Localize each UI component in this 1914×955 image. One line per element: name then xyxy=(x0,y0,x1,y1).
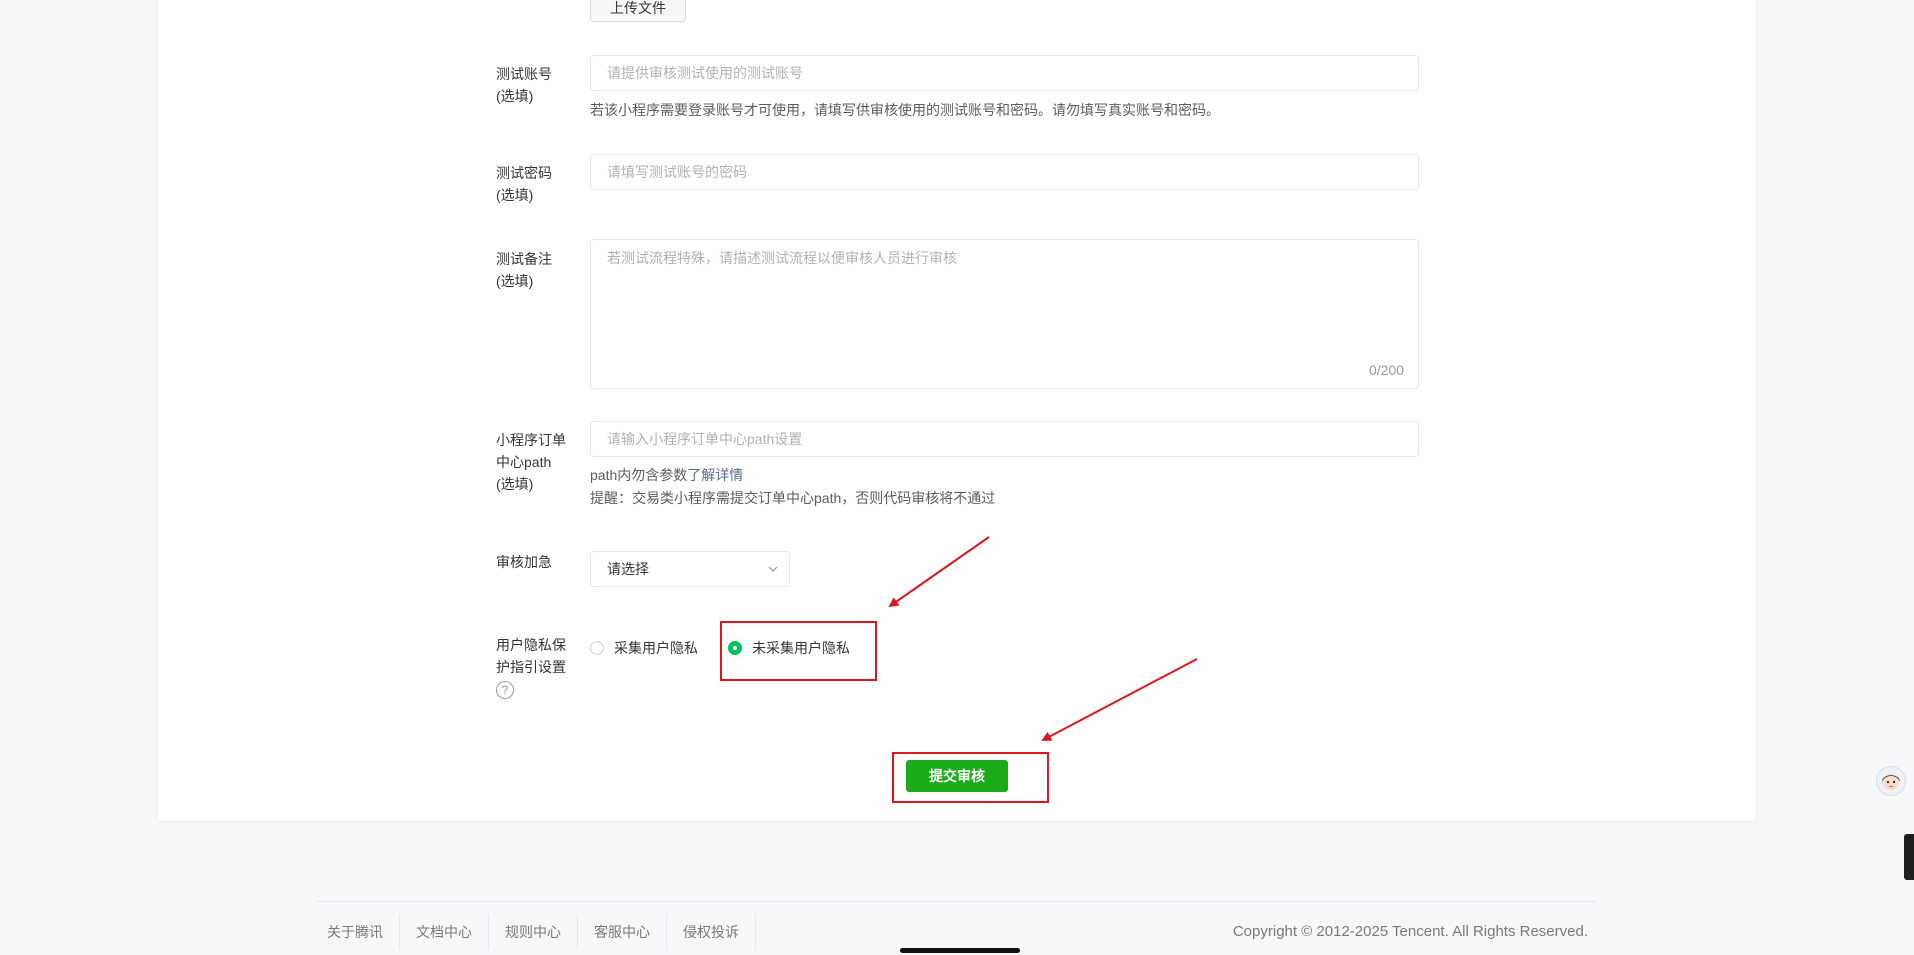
order-path-label-line1: 小程序订单 xyxy=(496,432,566,448)
order-path-label-line3: (选填) xyxy=(496,476,534,492)
footer-divider xyxy=(317,901,1596,902)
expedite-select-value: 请选择 xyxy=(607,561,649,577)
learn-more-link[interactable]: 了解详情 xyxy=(687,467,743,483)
test-password-label-line1: 测试密码 xyxy=(496,165,552,181)
footer-link-support[interactable]: 客服中心 xyxy=(578,914,667,950)
expedite-label: 审核加急 xyxy=(496,554,552,570)
expedite-select[interactable]: 请选择 xyxy=(590,551,790,587)
radio-collect-privacy[interactable]: 采集用户隐私 xyxy=(590,636,698,660)
chevron-down-icon xyxy=(768,566,778,572)
test-notes-label-line1: 测试备注 xyxy=(496,251,552,267)
annotation-box-submit xyxy=(892,752,1049,803)
test-notes-textarea[interactable]: 若测试流程特殊，请描述测试流程以便审核人员进行审核 0/200 xyxy=(590,239,1419,389)
test-password-placeholder: 请填写测试账号的密码 xyxy=(607,164,747,180)
form-card xyxy=(157,0,1757,822)
test-account-label-line1: 测试账号 xyxy=(496,66,552,82)
test-account-placeholder: 请提供审核测试使用的测试账号 xyxy=(607,65,803,81)
test-account-label-line2: (选填) xyxy=(496,88,534,104)
test-notes-char-counter: 0/200 xyxy=(1368,362,1404,378)
test-account-input[interactable]: 请提供审核测试使用的测试账号 xyxy=(590,55,1419,91)
avatar-face-icon xyxy=(1882,774,1900,790)
order-path-label-line2: 中心path xyxy=(496,454,552,470)
test-notes-label-line2: (选填) xyxy=(496,273,534,289)
order-path-placeholder: 请输入小程序订单中心path设置 xyxy=(607,431,803,447)
footer-link-rules[interactable]: 规则中心 xyxy=(489,914,578,950)
test-notes-label: 测试备注 (选填) xyxy=(496,248,576,292)
footer-link-docs[interactable]: 文档中心 xyxy=(400,914,489,950)
privacy-label-line2: 护指引设置 xyxy=(496,659,566,675)
test-account-label: 测试账号 (选填) xyxy=(496,63,576,107)
copyright-text: Copyright © 2012-2025 Tencent. All Right… xyxy=(1232,923,1588,940)
home-indicator-bar xyxy=(900,948,1020,953)
footer-links: 关于腾讯 文档中心 规则中心 客服中心 侵权投诉 xyxy=(317,914,756,950)
footer-link-about[interactable]: 关于腾讯 xyxy=(317,914,400,950)
help-question-icon[interactable]: ? xyxy=(496,681,514,699)
test-notes-placeholder: 若测试流程特殊，请描述测试流程以便审核人员进行审核 xyxy=(607,250,957,266)
privacy-label-line1: 用户隐私保 xyxy=(496,637,566,653)
order-path-reminder: 提醒：交易类小程序需提交订单中心path，否则代码审核将不通过 xyxy=(590,490,996,506)
order-path-label: 小程序订单 中心path (选填) xyxy=(496,429,576,495)
test-password-label: 测试密码 (选填) xyxy=(496,162,576,206)
order-path-hint: path内勿含参数了解详情 xyxy=(590,465,743,485)
test-account-hint: 若该小程序需要登录账号才可使用，请填写供审核使用的测试账号和密码。请勿填写真实账… xyxy=(590,102,1220,118)
privacy-label: 用户隐私保 护指引设置 xyxy=(496,634,576,678)
radio-collect-privacy-label: 采集用户隐私 xyxy=(614,640,698,656)
test-password-label-line2: (选填) xyxy=(496,187,534,203)
order-path-hint-text: path内勿含参数 xyxy=(590,467,688,483)
assistant-avatar-icon[interactable] xyxy=(1876,766,1906,796)
side-feedback-tab[interactable] xyxy=(1904,834,1914,880)
order-path-input[interactable]: 请输入小程序订单中心path设置 xyxy=(590,421,1419,457)
annotation-box-privacy xyxy=(720,621,877,681)
footer-link-report[interactable]: 侵权投诉 xyxy=(667,914,756,950)
upload-file-button[interactable]: 上传文件 xyxy=(590,0,686,22)
test-password-input[interactable]: 请填写测试账号的密码 xyxy=(590,154,1419,190)
radio-unchecked-icon xyxy=(590,641,604,655)
